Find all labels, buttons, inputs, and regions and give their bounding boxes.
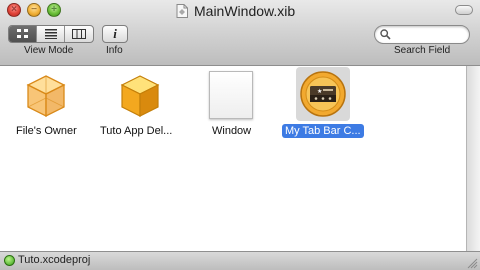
view-mode-control [8,25,94,43]
close-button[interactable]: × [7,3,21,17]
icon-view-icon [16,29,28,38]
list-view-button[interactable] [37,26,65,42]
item-label: My Tab Bar C... [282,124,364,138]
tab-bar-controller-tile: ★ [296,67,350,121]
close-icon: × [11,4,17,15]
list-view-icon [44,29,57,39]
status-bar: Tuto.xcodeproj [0,251,480,270]
app-delegate-cube-icon [120,75,160,117]
titlebar-toolbar: × − + MainWindow.xib View Mode i Info Se… [0,0,480,66]
xib-window: × − + MainWindow.xib View Mode i Info Se… [0,0,480,270]
files-owner-cube-icon [26,75,66,118]
tab-bar-controller-icon: ★ [300,71,346,117]
info-label: Info [106,45,123,56]
minimize-button[interactable]: − [27,3,41,17]
search-input[interactable] [392,27,464,41]
vertical-scrollbar[interactable] [466,66,480,251]
document-objects-view: File's Owner Tuto App Del... Window ★ My… [0,66,466,251]
column-view-icon [72,29,86,39]
zoom-icon: + [51,4,57,15]
view-mode-label: View Mode [24,45,74,56]
item-label: File's Owner [16,125,77,137]
project-status-indicator-icon [4,255,15,266]
svg-text:★: ★ [317,88,322,95]
window-title-area: MainWindow.xib [176,0,295,22]
project-name: Tuto.xcodeproj [18,254,91,266]
item-label: Window [212,125,252,137]
zoom-button[interactable]: + [47,3,61,17]
window-icon [209,71,253,119]
column-view-button[interactable] [65,26,93,42]
window-title: MainWindow.xib [194,3,296,19]
resize-grip-icon[interactable] [466,257,478,269]
info-icon: i [113,26,117,41]
search-icon [380,29,391,40]
search-field[interactable] [374,25,470,44]
icon-view-button[interactable] [9,26,37,42]
toolbar-toggle-button[interactable] [455,5,473,15]
xib-document-icon [176,4,188,18]
item-label: Tuto App Del... [100,125,173,137]
minimize-icon: − [31,4,37,15]
search-field-label: Search Field [394,45,451,56]
info-button[interactable]: i [102,25,128,43]
